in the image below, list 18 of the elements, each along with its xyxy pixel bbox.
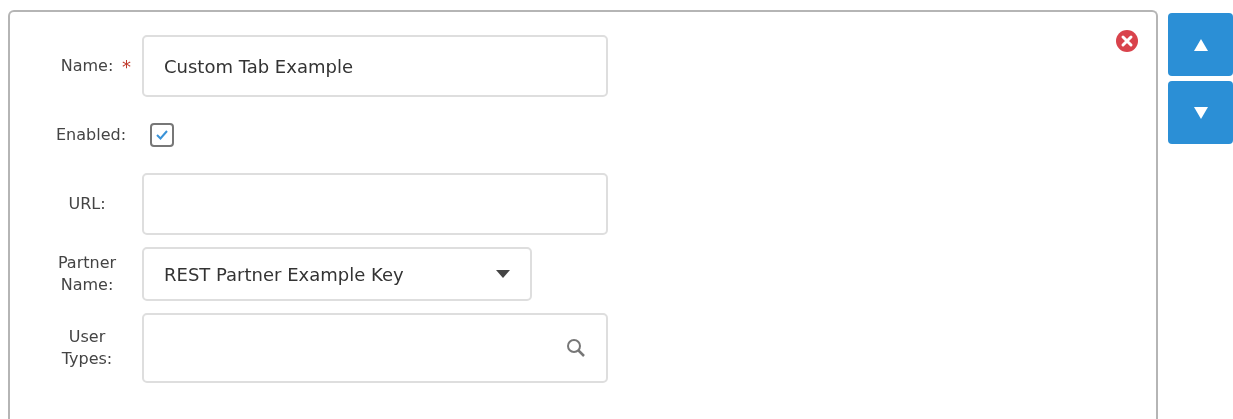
text-field[interactable]: Custom Tab Example <box>142 35 608 97</box>
required-mark: * <box>122 55 132 77</box>
dropdown[interactable]: REST Partner Example Key <box>142 247 532 301</box>
field-label: Name: <box>59 55 115 77</box>
search-icon <box>566 338 586 358</box>
text-field[interactable] <box>142 173 608 235</box>
field-label: Partner Name: <box>56 252 118 296</box>
checkbox[interactable] <box>150 123 174 147</box>
caret-icon <box>496 270 510 278</box>
search-field[interactable] <box>142 313 608 383</box>
move-down-button[interactable] <box>1168 81 1233 144</box>
move-up-button[interactable] <box>1168 13 1233 76</box>
field-label: User Types: <box>60 326 114 370</box>
close-icon[interactable] <box>1116 30 1138 52</box>
field-label: URL: <box>67 193 107 215</box>
up-triangle-icon <box>1193 38 1208 51</box>
check-icon <box>155 129 169 141</box>
down-triangle-icon <box>1193 106 1208 119</box>
